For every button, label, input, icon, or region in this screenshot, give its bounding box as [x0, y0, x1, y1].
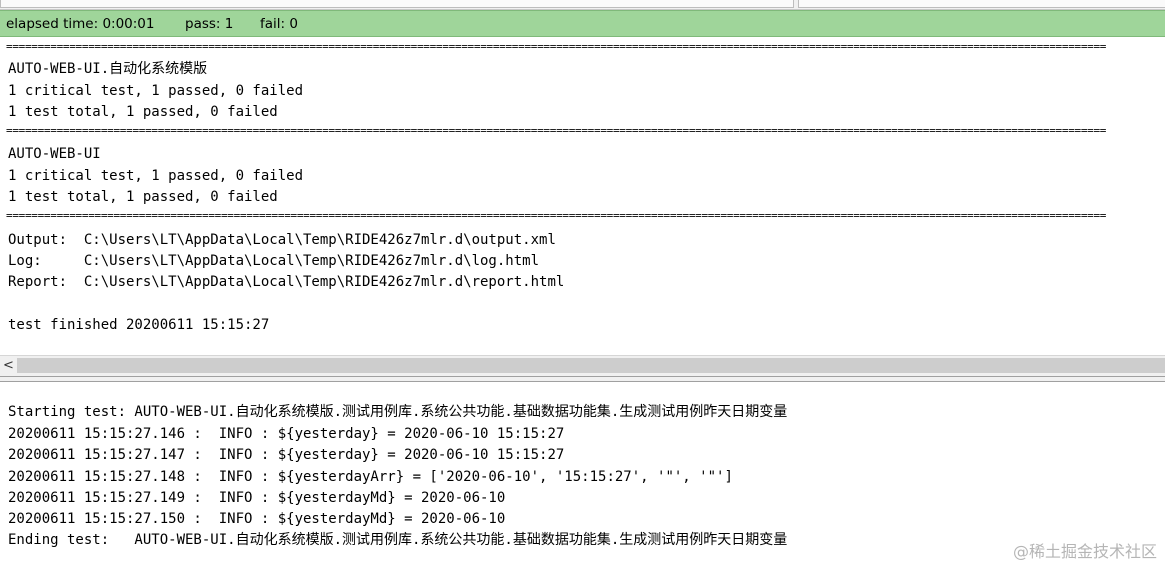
top-left-field[interactable] [0, 0, 794, 8]
message-log-panel[interactable]: Starting test: AUTO-WEB-UI.自动化系统模版.测试用例库… [0, 382, 1165, 566]
watermark: @稀土掘金技术社区 [1012, 542, 1157, 561]
top-panel-edge [0, 0, 1165, 10]
separator-line: ========================================… [6, 127, 1107, 134]
suite-critical-summary: 1 critical test, 1 passed, 0 failed [8, 168, 304, 184]
log-line: 20200611 15:15:27.150 : INFO : ${yesterd… [8, 511, 506, 527]
report-file-path: Report: C:\Users\LT\AppData\Local\Temp\R… [8, 274, 565, 290]
log-line: Starting test: AUTO-WEB-UI.自动化系统模版.测试用例库… [8, 404, 788, 420]
suite-name: AUTO-WEB-UI [8, 146, 101, 162]
scrollbar-thumb[interactable] [17, 358, 1165, 373]
elapsed-time: elapsed time: 0:00:01 [6, 16, 155, 32]
separator-line: ========================================… [6, 212, 1107, 219]
suite-name: AUTO-WEB-UI.自动化系统模版 [8, 61, 208, 77]
suite-total-summary: 1 test total, 1 passed, 0 failed [8, 104, 278, 120]
pass-count: pass: 1 [185, 16, 234, 32]
log-line: 20200611 15:15:27.146 : INFO : ${yesterd… [8, 426, 565, 442]
scroll-left-icon[interactable]: < [0, 356, 17, 376]
log-file-path: Log: C:\Users\LT\AppData\Local\Temp\RIDE… [8, 253, 540, 269]
suite-total-summary: 1 test total, 1 passed, 0 failed [8, 189, 278, 205]
console-output-panel[interactable]: ========================================… [0, 37, 1165, 355]
log-line: Ending test: AUTO-WEB-UI.自动化系统模版.测试用例库.系… [8, 532, 788, 548]
log-line: 20200611 15:15:27.148 : INFO : ${yesterd… [8, 469, 733, 485]
status-bar: elapsed time: 0:00:01 pass: 1 fail: 0 [0, 10, 1165, 37]
suite-critical-summary: 1 critical test, 1 passed, 0 failed [8, 83, 304, 99]
separator-line: ========================================… [6, 43, 1107, 50]
top-right-field[interactable] [798, 0, 1165, 8]
log-line: 20200611 15:15:27.147 : INFO : ${yesterd… [8, 447, 565, 463]
output-file-path: Output: C:\Users\LT\AppData\Local\Temp\R… [8, 232, 556, 248]
horizontal-scrollbar[interactable]: < [0, 355, 1165, 376]
fail-count: fail: 0 [260, 16, 298, 32]
log-line: 20200611 15:15:27.149 : INFO : ${yesterd… [8, 490, 506, 506]
test-finished-line: test finished 20200611 15:15:27 [8, 317, 270, 333]
